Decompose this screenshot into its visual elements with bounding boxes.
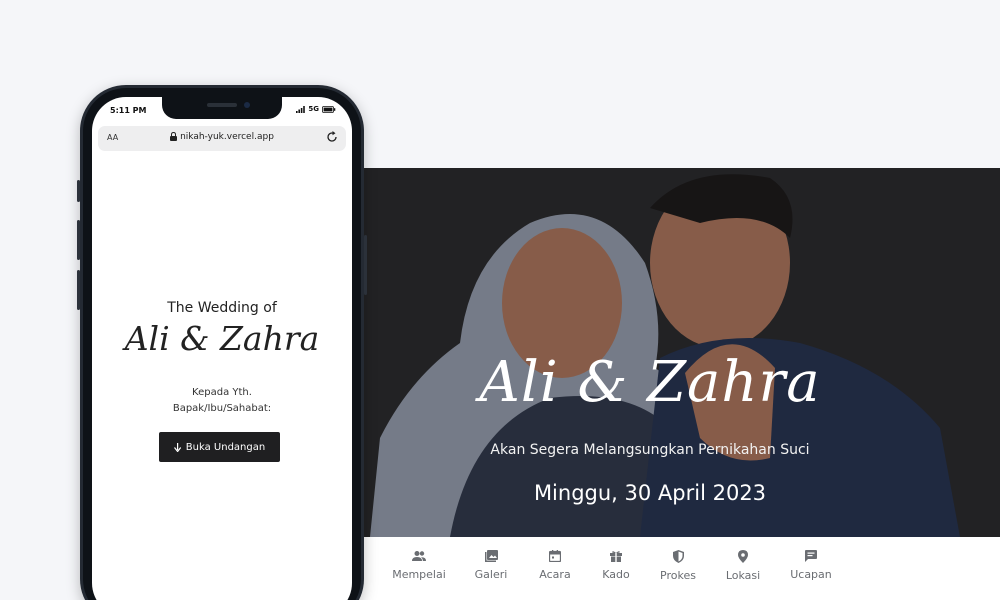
chat-icon — [805, 550, 817, 562]
nav-label: Kado — [602, 568, 630, 581]
calendar-icon — [549, 550, 561, 562]
reload-icon[interactable] — [326, 131, 338, 143]
hero-section: Ali & Zahra Akan Segera Melangsungkan Pe… — [300, 168, 1000, 537]
invitation-heading: The Wedding of — [167, 300, 277, 316]
front-camera — [244, 102, 250, 108]
phone-mockup: 5:11 PM 5G AA nikah-yuk.vercel.app The W… — [77, 85, 367, 600]
phone-screen: 5:11 PM 5G AA nikah-yuk.vercel.app The W… — [92, 97, 352, 600]
hero-title: Ali & Zahra — [479, 350, 821, 415]
browser-address-bar[interactable]: AA nikah-yuk.vercel.app — [98, 126, 346, 151]
nav-label: Ucapan — [790, 568, 832, 581]
url-display[interactable]: nikah-yuk.vercel.app — [98, 132, 346, 142]
hero-date: Minggu, 30 April 2023 — [533, 481, 767, 505]
couple-names: Ali & Zahra — [124, 319, 320, 358]
power-button — [364, 235, 367, 295]
guest-name: Bapak/Ibu/Sahabat: — [172, 403, 272, 414]
signal-icon — [296, 105, 306, 113]
speaker-grille — [207, 103, 237, 107]
phone-notch — [162, 97, 282, 119]
url-text: nikah-yuk.vercel.app — [180, 132, 274, 142]
nav-label: Acara — [539, 568, 571, 581]
nav-item-prokes[interactable]: Prokes — [643, 550, 713, 582]
nav-label: Prokes — [660, 569, 696, 582]
network-label: 5G — [308, 105, 319, 113]
mute-switch — [77, 180, 80, 202]
nav-label: Lokasi — [725, 569, 761, 582]
shield-icon — [672, 550, 684, 563]
desktop-preview: Ali & Zahra Akan Segera Melangsungkan Pe… — [300, 168, 1000, 600]
bottom-navigation: Mempelai Galeri Acara Kado Prokes Lokasi… — [300, 537, 1000, 600]
nav-item-kado[interactable]: Kado — [581, 550, 651, 581]
people-icon — [412, 551, 426, 561]
recipient-label: Kepada Yth. — [192, 387, 252, 398]
nav-item-acara[interactable]: Acara — [520, 550, 590, 581]
battery-icon — [322, 105, 336, 113]
nav-item-mempelai[interactable]: Mempelai — [384, 550, 454, 581]
volume-up-button — [77, 220, 80, 260]
gift-icon — [610, 551, 622, 562]
nav-item-galeri[interactable]: Galeri — [456, 550, 526, 581]
lock-icon — [170, 132, 178, 141]
nav-label: Galeri — [474, 568, 508, 581]
status-time: 5:11 PM — [110, 106, 147, 115]
location-icon — [738, 550, 748, 563]
volume-down-button — [77, 270, 80, 310]
open-invitation-label: Buka Undangan — [185, 441, 266, 453]
nav-item-lokasi[interactable]: Lokasi — [708, 550, 778, 582]
nav-item-ucapan[interactable]: Ucapan — [776, 550, 846, 581]
gallery-icon — [484, 550, 498, 562]
nav-label: Mempelai — [392, 568, 446, 581]
arrow-down-icon — [173, 442, 181, 452]
hero-subtitle: Akan Segera Melangsungkan Pernikahan Suc… — [490, 442, 810, 458]
open-invitation-button[interactable]: Buka Undangan — [159, 432, 280, 462]
status-indicators: 5G — [296, 105, 336, 113]
